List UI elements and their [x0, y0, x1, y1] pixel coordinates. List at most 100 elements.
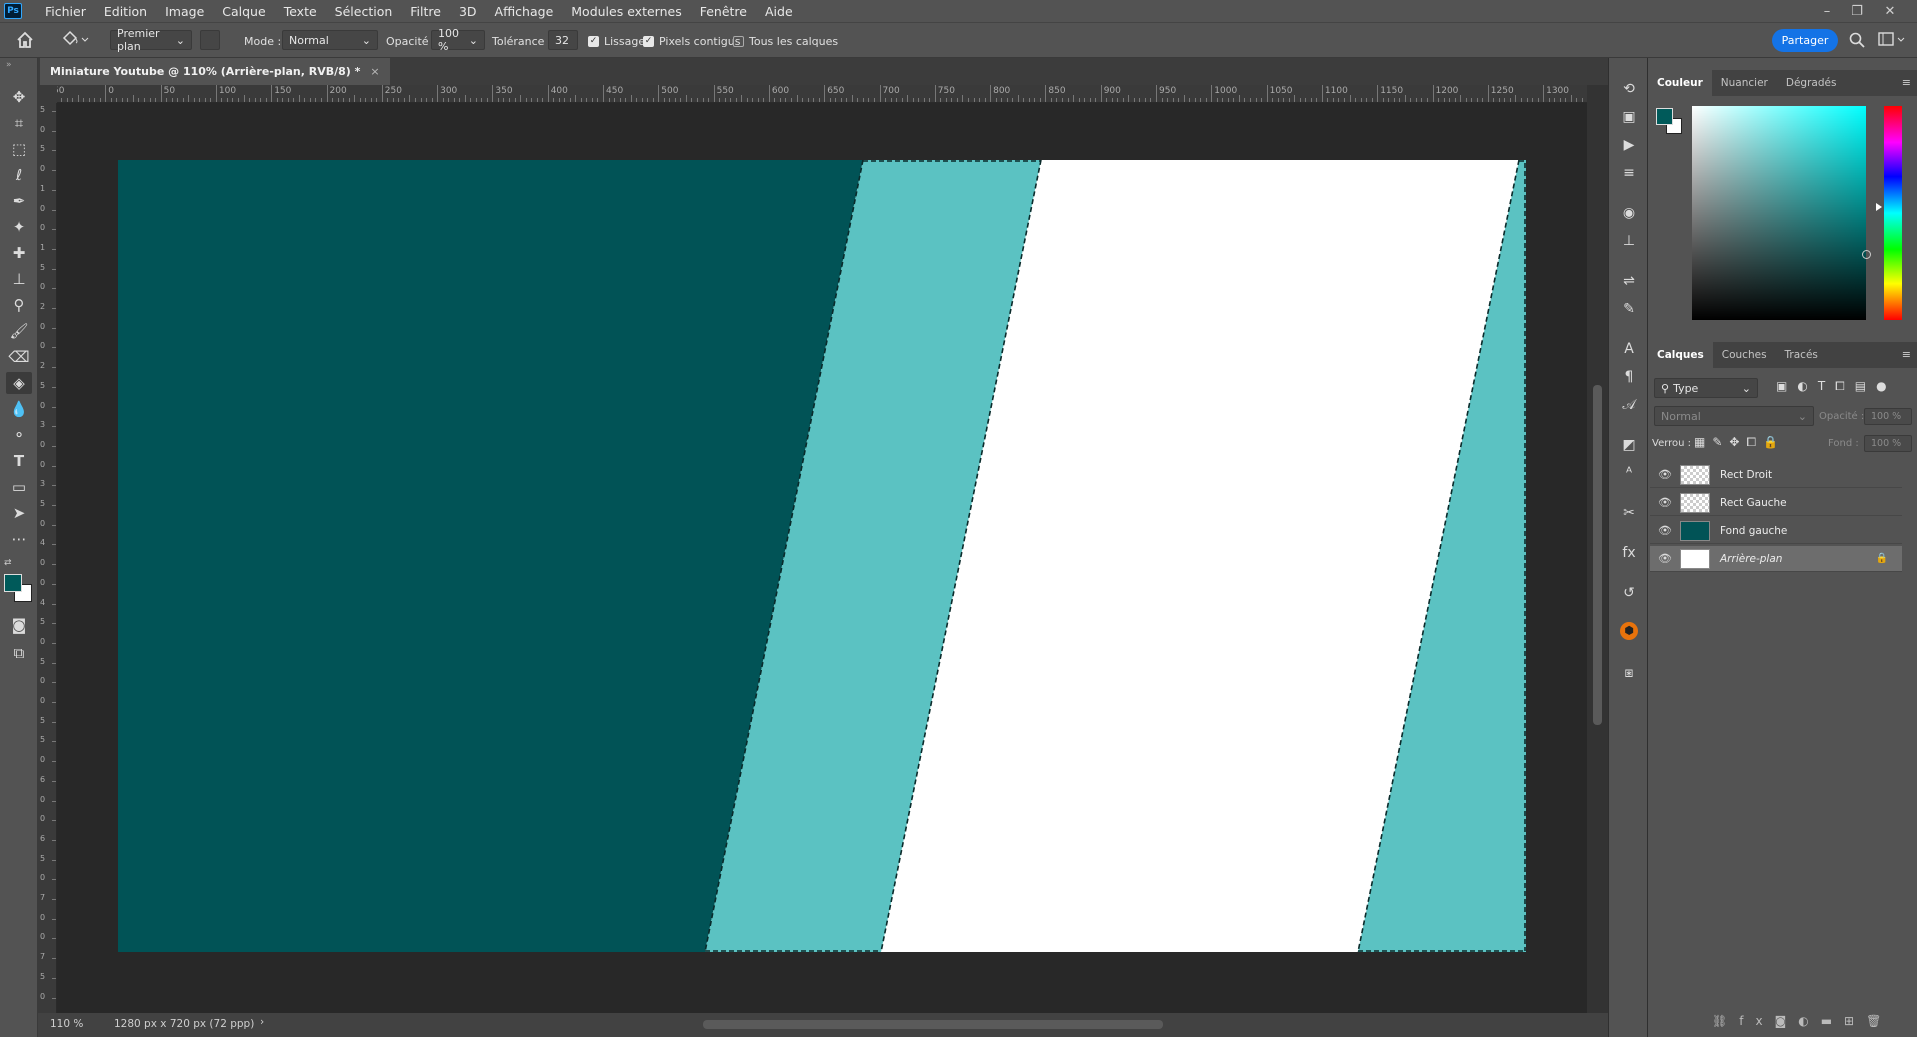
screen-mode-icon[interactable]: ⧉ [6, 642, 32, 664]
smoothing-checkbox[interactable]: ✓ Lissage [588, 32, 645, 50]
brushes-icon[interactable]: ✎ [1617, 298, 1641, 320]
dodge-tool-icon[interactable]: ⚬ [6, 424, 32, 446]
stamp-tool-icon[interactable]: ⊥ [6, 268, 32, 290]
tolerance-input[interactable]: 32 [548, 30, 578, 50]
layer-row-rect-droit[interactable]: 👁 Rect Droit [1650, 462, 1902, 488]
all-layers-checkbox[interactable]: Tous les calques [733, 32, 838, 50]
menu-fichier[interactable]: Fichier [36, 4, 95, 19]
tab-degrades[interactable]: Dégradés [1777, 70, 1846, 96]
libraries-icon[interactable]: ▣ [1617, 106, 1641, 128]
opacity-input[interactable]: 100 % ⌄ [431, 27, 485, 53]
eraser-tool-icon[interactable]: ⌫ [6, 346, 32, 368]
styles-fx-icon[interactable]: fx [1617, 542, 1641, 564]
new-layer-icon[interactable]: ⊞ [1844, 1014, 1866, 1028]
horizontal-scrollbar[interactable] [283, 1018, 1583, 1032]
foreground-color-swatch[interactable] [4, 574, 22, 592]
tab-nuancier[interactable]: Nuancier [1712, 70, 1777, 96]
type-tool-icon[interactable]: T [6, 450, 32, 472]
panel-menu-icon[interactable]: ≡ [1902, 348, 1911, 361]
menu-filtre[interactable]: Filtre [401, 4, 450, 19]
close-tab-icon[interactable]: × [370, 65, 379, 78]
character-icon[interactable]: A [1617, 338, 1641, 360]
swap-colors-icon[interactable]: ⇄ [4, 558, 12, 568]
eye-icon[interactable]: 👁 [1656, 496, 1674, 509]
layer-row-fond-gauche[interactable]: 👁 Fond gauche [1650, 518, 1902, 544]
navigator-icon[interactable]: ◉ [1617, 202, 1641, 224]
eye-icon[interactable]: 👁 [1656, 468, 1674, 481]
saturation-brightness-field[interactable] [1692, 106, 1871, 320]
home-icon[interactable] [16, 31, 34, 49]
menu-selection[interactable]: Sélection [326, 4, 402, 19]
menu-calque[interactable]: Calque [213, 4, 274, 19]
tool-presets-icon[interactable]: ✂ [1617, 502, 1641, 524]
new-adjustment-layer-icon[interactable]: ◐ [1798, 1014, 1820, 1028]
share-button[interactable]: Partager [1772, 29, 1838, 52]
filter-pixel-icon[interactable]: ▣ [1776, 379, 1797, 393]
panel-menu-icon[interactable]: ≡ [1902, 76, 1911, 89]
adjustments-icon[interactable]: ⇌ [1617, 270, 1641, 292]
brush-tool-icon[interactable]: 🖌 [6, 320, 32, 342]
menu-affichage[interactable]: Affichage [486, 4, 563, 19]
crop-tool-icon[interactable]: ⌗ [6, 112, 32, 134]
move-tool-icon[interactable]: ✥ [6, 86, 32, 108]
layer-opacity-input[interactable]: 100 % [1864, 408, 1912, 425]
menu-3d[interactable]: 3D [450, 4, 486, 19]
vertical-scroll-thumb[interactable] [1593, 385, 1602, 725]
contiguous-checkbox[interactable]: ✓ Pixels contigus [643, 32, 740, 50]
lock-pixels-icon[interactable]: ✎ [1712, 435, 1729, 449]
vertical-scrollbar[interactable] [1587, 85, 1608, 1013]
tab-traces[interactable]: Tracés [1776, 342, 1827, 368]
tab-couleur[interactable]: Couleur [1648, 70, 1712, 96]
filter-type-icon[interactable]: T [1818, 379, 1835, 393]
workspace-icon[interactable] [1878, 32, 1908, 51]
blur-tool-icon[interactable]: 💧 [6, 398, 32, 420]
layer-filter-select[interactable]: ⚲ Type ⌄ [1654, 378, 1758, 398]
fill-input[interactable]: 100 % [1864, 435, 1912, 452]
add-mask-icon[interactable]: ◙ [1775, 1014, 1799, 1028]
layer-row-arriere-plan[interactable]: 👁 Arrière-plan 🔒 [1650, 546, 1902, 572]
mode-select[interactable]: Normal ⌄ [282, 30, 378, 50]
menu-image[interactable]: Image [156, 4, 213, 19]
zoom-level[interactable]: 110 % [50, 1018, 83, 1030]
menu-modules-externes[interactable]: Modules externes [562, 4, 690, 19]
character-styles-icon[interactable]: ᴬ [1617, 462, 1641, 484]
shapes-icon[interactable]: ◩ [1617, 434, 1641, 456]
paint-bucket-preset-icon[interactable] [60, 30, 90, 48]
layer-filter-buttons[interactable]: ▣◐T⧠▤● [1776, 379, 1897, 394]
menu-texte[interactable]: Texte [275, 4, 326, 19]
filter-shape-icon[interactable]: ⧠ [1835, 379, 1855, 393]
eyedropper-tool-icon[interactable]: ⚲ [6, 294, 32, 316]
chevron-right-icon[interactable]: › [260, 1016, 264, 1028]
eye-icon[interactable]: 👁 [1656, 524, 1674, 537]
lasso-tool-icon[interactable]: ℓ [6, 164, 32, 186]
tab-couches[interactable]: Couches [1713, 342, 1776, 368]
paragraph-icon[interactable]: ¶ [1617, 366, 1641, 388]
menu-edition[interactable]: Edition [95, 4, 156, 19]
lock-buttons[interactable]: ▦✎✥⧠🔒 [1694, 435, 1785, 450]
delete-layer-icon[interactable]: 🗑 [1866, 1014, 1893, 1028]
horizontal-scroll-thumb[interactable] [703, 1020, 1163, 1029]
lock-artboard-icon[interactable]: ⧠ [1746, 435, 1763, 449]
document-tab[interactable]: Miniature Youtube @ 110% (Arrière-plan, … [40, 58, 390, 85]
eye-icon[interactable]: 👁 [1656, 552, 1674, 565]
expand-icon[interactable]: » [6, 60, 12, 70]
filter-smart-icon[interactable]: ▤ [1855, 379, 1876, 393]
layer-row-rect-gauche[interactable]: 👁 Rect Gauche [1650, 490, 1902, 516]
document-canvas[interactable] [118, 160, 1526, 952]
lock-all-icon[interactable]: 🔒 [1763, 435, 1785, 449]
quick-mask-icon[interactable]: ◙ [6, 614, 32, 636]
filter-adjustment-icon[interactable]: ◐ [1797, 379, 1817, 393]
rectangle-tool-icon[interactable]: ▭ [6, 476, 32, 498]
plugin-icon[interactable]: ⬢ [1617, 620, 1641, 642]
link-layers-icon[interactable]: ⛓ [1712, 1014, 1739, 1028]
search-icon[interactable] [1848, 31, 1866, 52]
new-group-icon[interactable]: ▬ [1821, 1014, 1844, 1028]
menu-aide[interactable]: Aide [756, 4, 802, 19]
restore-button[interactable]: ❐ [1842, 0, 1872, 22]
paint-bucket-tool-icon[interactable]: ◈ [6, 372, 32, 394]
timeline-icon[interactable]: ↺ [1617, 582, 1641, 604]
document-dimensions[interactable]: 1280 px x 720 px (72 ppp) [114, 1018, 254, 1030]
pen-tool-icon[interactable]: ✒ [6, 190, 32, 212]
foreground-swatch[interactable] [1656, 108, 1673, 125]
more-tools-icon[interactable]: ⋯ [6, 528, 32, 550]
